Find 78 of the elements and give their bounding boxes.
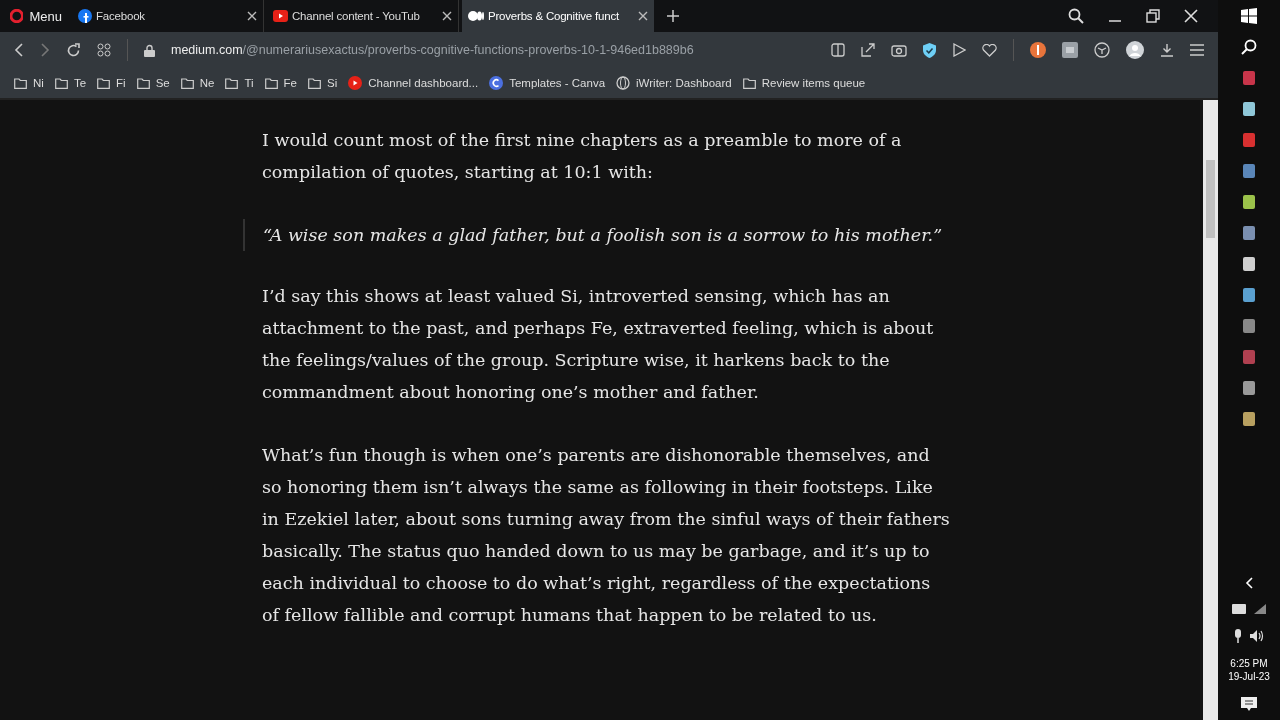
folder-icon	[97, 77, 111, 89]
bookmark[interactable]: Si	[308, 77, 338, 89]
bookmark[interactable]: Ni	[14, 77, 44, 89]
paragraph: I would count most of the first nine chapters as a preamble to more of a compilation of quotes, starting at 10:1 with:	[262, 129, 903, 184]
block-quote: “A wise son makes a glad father, but a foolish son is a sorrow to his mother.”	[243, 219, 963, 251]
scrollbar[interactable]	[1203, 100, 1218, 720]
shield-icon[interactable]	[923, 42, 936, 58]
search-icon[interactable]	[1068, 8, 1084, 24]
grid-icon[interactable]	[97, 43, 111, 57]
share-icon[interactable]	[861, 43, 875, 57]
send-icon[interactable]	[952, 43, 966, 57]
bookmark[interactable]: Review items queue	[742, 77, 866, 89]
app-icon[interactable]	[1241, 101, 1257, 117]
lock-icon	[144, 43, 155, 57]
restore-icon[interactable]	[1146, 9, 1160, 23]
folder-icon	[225, 77, 239, 89]
forward-icon[interactable]	[40, 43, 50, 57]
tab-title: Proverbs & Cognitive funct	[488, 10, 620, 22]
bookmark[interactable]: Channel dashboard...	[348, 76, 479, 90]
windows-logo-icon[interactable]	[1241, 8, 1257, 24]
bookmark[interactable]: Ti	[225, 77, 254, 89]
network-icon	[1254, 604, 1266, 614]
tab-title: Facebook	[96, 10, 146, 22]
bookmark[interactable]: Fe	[264, 77, 297, 89]
reload-icon[interactable]	[66, 42, 81, 58]
paragraph: I’d say this shows at least valued Si, introverted sensing, which has an attachment to the past, and perhaps Fe, extraverted feeling, which is about the feelings/values of the group. Scripture wise, it harkens back to the commandment about honoring one’s mother and father.	[262, 285, 935, 404]
app-icon[interactable]	[1241, 411, 1257, 427]
medium-icon	[468, 11, 484, 21]
search-icon[interactable]	[1241, 39, 1257, 55]
close-icon[interactable]	[1184, 9, 1198, 23]
opera-logo-icon	[10, 9, 24, 23]
folder-icon	[136, 77, 150, 89]
close-icon[interactable]	[247, 11, 257, 21]
bookmark[interactable]: Fi	[97, 77, 126, 89]
profile-icon[interactable]	[1126, 41, 1144, 59]
bookmark[interactable]: Ne	[180, 77, 215, 89]
app-icon[interactable]	[1241, 163, 1257, 179]
sidebar-icon[interactable]	[831, 43, 845, 57]
paragraph: What’s fun though is when one’s parents are dishonorable themselves, and so honoring them isn’t always the same as following in their footsteps. Like in Ezekiel later, about sons turning away from the sinful ways of their fathers basically. The status quo handed down to us may be garbage, and it’s up to each individual to choose to do what’s right, regardless of the expectations of fellow fallible and corrupt humans that happen to be related to us.	[262, 444, 951, 627]
canva-icon	[489, 76, 504, 90]
folder-icon	[14, 77, 27, 89]
app-icon[interactable]	[1241, 287, 1257, 303]
folder-icon	[180, 77, 194, 89]
extension-icon[interactable]	[1030, 42, 1046, 58]
notification-icon[interactable]	[1241, 697, 1257, 712]
tab-title: Channel content - YouTub	[292, 10, 421, 22]
browser-tab[interactable]: Proverbs & Cognitive funct	[462, 0, 654, 32]
close-icon[interactable]	[638, 11, 648, 21]
microphone-icon	[1234, 629, 1242, 643]
bookmark[interactable]: Templates - Canva	[489, 76, 606, 90]
bookmark[interactable]: Te	[54, 77, 87, 89]
folder-icon	[742, 77, 756, 89]
new-tab-icon[interactable]	[667, 10, 679, 22]
app-icon[interactable]	[1241, 318, 1257, 334]
heart-icon[interactable]	[982, 43, 997, 57]
youtube-icon	[273, 10, 288, 22]
menu-icon[interactable]	[1190, 44, 1204, 56]
folder-icon	[308, 77, 321, 89]
close-icon[interactable]	[442, 11, 452, 21]
menu-button[interactable]: Menu	[0, 0, 72, 32]
clock-date[interactable]: 19-Jul-23	[1228, 671, 1270, 682]
app-icon[interactable]	[1241, 194, 1257, 210]
app-icon[interactable]	[1241, 225, 1257, 241]
back-icon[interactable]	[14, 43, 24, 57]
chevron-icon[interactable]	[1245, 577, 1253, 589]
folder-icon	[264, 77, 278, 89]
app-icon[interactable]	[1241, 380, 1257, 396]
bookmark[interactable]: iWriter: Dashboard	[616, 76, 732, 90]
app-icon[interactable]	[1241, 256, 1257, 272]
download-icon[interactable]	[1160, 43, 1174, 57]
volume-icon	[1250, 630, 1264, 642]
camera-icon[interactable]	[891, 43, 907, 57]
clock-time[interactable]: 6:25 PM	[1230, 658, 1268, 669]
globe-icon	[616, 76, 631, 90]
bookmark[interactable]: Se	[136, 77, 170, 89]
facebook-icon	[78, 9, 92, 23]
youtube-icon	[348, 76, 363, 90]
folder-icon	[54, 77, 68, 89]
